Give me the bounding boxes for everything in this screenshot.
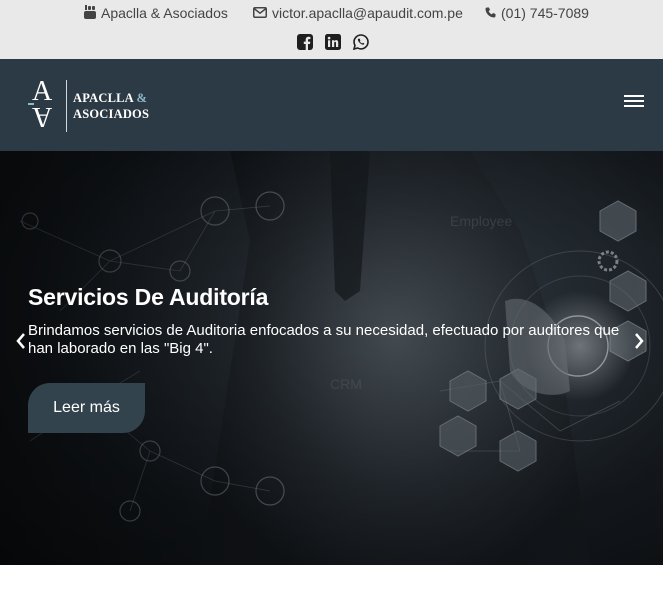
logo-monogram: A A (28, 78, 60, 132)
logo-text: APACLLA & ASOCIADOS (73, 90, 149, 122)
company-logo[interactable]: A A APACLLA & ASOCIADOS (28, 78, 153, 132)
top-info-bar: Apaclla & Asociados victor.apaclla@apaud… (0, 0, 663, 59)
logo-divider (66, 80, 67, 132)
logo-line1: APACLLA (73, 91, 134, 105)
hero-slider: Employee CRM Servicios De Auditoría Brin… (0, 151, 663, 565)
email-link[interactable]: victor.apaclla@apaudit.com.pe (272, 5, 463, 21)
hero-overlay (0, 151, 663, 565)
youtube-icon (84, 4, 101, 22)
company-contact[interactable]: Apaclla & Asociados (84, 4, 228, 22)
hamburger-menu-icon[interactable] (624, 94, 644, 108)
linkedin-icon[interactable] (325, 34, 341, 50)
hero-title: Servicios De Auditoría (28, 284, 269, 310)
whatsapp-icon[interactable] (353, 34, 369, 50)
envelope-icon (253, 5, 272, 21)
company-name: Apaclla & Asociados (101, 5, 228, 21)
hero-description: Brindamos servicios de Auditoria enfocad… (28, 322, 620, 357)
logo-line2: ASOCIADOS (73, 107, 150, 121)
phone-contact[interactable]: (01) 745-7089 (485, 4, 589, 22)
logo-ampersand: & (136, 91, 148, 105)
social-links (297, 33, 369, 51)
facebook-icon[interactable] (297, 34, 313, 50)
read-more-button[interactable]: Leer más (28, 383, 145, 433)
chevron-right-icon[interactable] (632, 331, 646, 351)
phone-icon (485, 5, 501, 21)
email-contact[interactable]: victor.apaclla@apaudit.com.pe (253, 4, 463, 22)
chevron-left-icon[interactable] (14, 331, 28, 351)
contact-row: Apaclla & Asociados victor.apaclla@apaud… (0, 4, 663, 22)
phone-number[interactable]: (01) 745-7089 (501, 5, 589, 21)
main-navbar: A A APACLLA & ASOCIADOS (0, 59, 663, 151)
